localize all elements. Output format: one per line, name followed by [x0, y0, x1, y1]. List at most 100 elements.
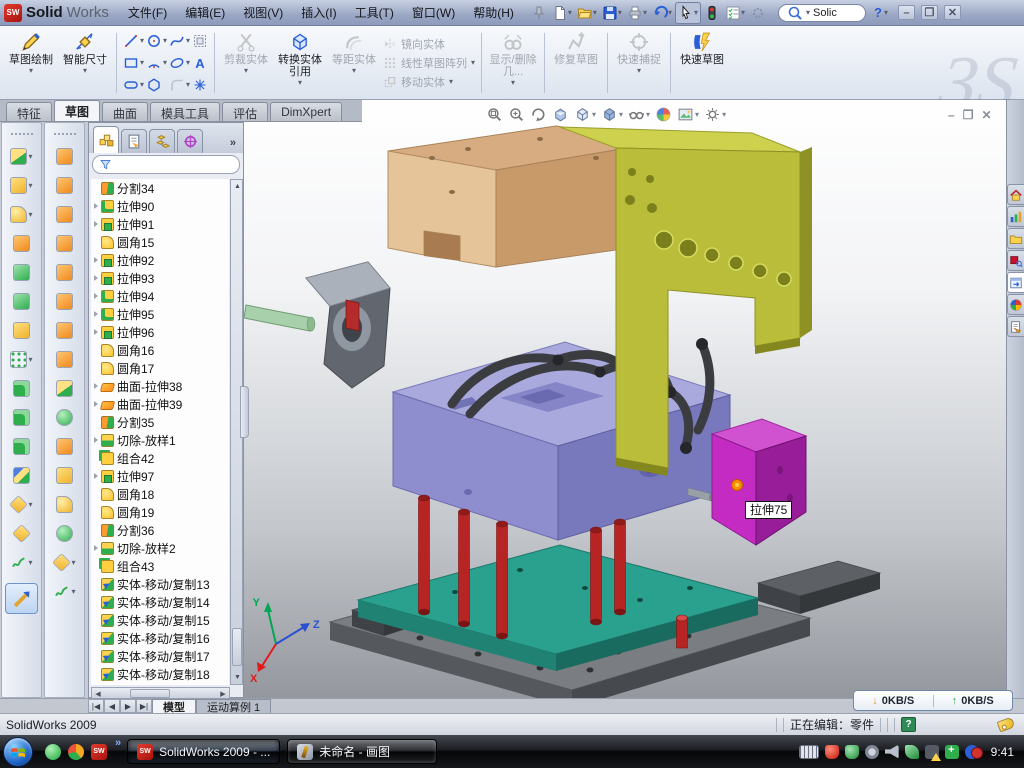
polygon-tool[interactable] [146, 75, 167, 96]
expand-arrow-icon[interactable] [94, 311, 98, 317]
expand-arrow-icon[interactable] [94, 545, 98, 551]
section-view-button[interactable] [552, 106, 569, 123]
doc-minimize-button[interactable]: – [948, 108, 955, 122]
dropdown-caret-icon[interactable]: ▾ [83, 67, 87, 75]
dropdown-caret-icon[interactable]: ▾ [28, 153, 32, 161]
close-button[interactable]: ✕ [944, 5, 961, 20]
taskpane-tab-design-library[interactable] [1007, 206, 1024, 227]
tree-item[interactable]: 切除-放样2 [91, 539, 229, 557]
vertical-scroll-thumb[interactable] [232, 628, 242, 666]
tree-item[interactable]: 圆角15 [91, 233, 229, 251]
view-orientation-button[interactable]: ▾ [574, 106, 596, 123]
tree-item[interactable]: 实体-移动/复制14 [91, 593, 229, 611]
dropdown-caret-icon[interactable]: ▾ [28, 182, 32, 190]
taskpane-tab-file-explorer[interactable] [1007, 228, 1024, 249]
tray-security-shield-icon[interactable] [845, 745, 859, 759]
dropdown-caret-icon[interactable]: ▾ [29, 67, 33, 75]
overflow-tools-button[interactable]: .. [748, 3, 768, 23]
tree-item[interactable]: 拉伸96 [91, 323, 229, 341]
graphics-viewport[interactable]: Y Z X ▾▾▾▾▾ –❐✕ 拉伸75 [244, 100, 1006, 698]
tab-模具工具[interactable]: 模具工具 [150, 102, 220, 121]
tree-item[interactable]: 拉伸94 [91, 287, 229, 305]
model-core-insert[interactable] [306, 262, 390, 388]
scroll-down-button[interactable]: ▼ [231, 671, 244, 684]
dropdown-caret-icon[interactable]: ▾ [568, 9, 572, 17]
boundary-surface-button[interactable] [56, 345, 73, 374]
linear-pattern-button[interactable]: ▾ [10, 345, 32, 374]
pattern-box-tool[interactable] [192, 31, 208, 52]
rebuild-traffic-light-button[interactable] [702, 3, 722, 23]
tab-评估[interactable]: 评估 [222, 102, 268, 121]
dropdown-caret-icon[interactable]: ▾ [298, 79, 302, 87]
tab-曲面[interactable]: 曲面 [102, 102, 148, 121]
tree-item[interactable]: 拉伸92 [91, 251, 229, 269]
help-button[interactable]: ? ▾ [874, 5, 888, 20]
swept-surface-button[interactable] [56, 287, 73, 316]
taskpane-tab-custom-properties[interactable] [1007, 316, 1024, 337]
doc-tab-模型[interactable]: 模型 [152, 699, 196, 713]
tree-item[interactable]: 拉伸90 [91, 197, 229, 215]
nav-prev-button[interactable]: ◀ [104, 699, 120, 713]
cm-button[interactable]: 显示/删除几...▾ [486, 29, 540, 97]
tree-item[interactable]: 切除-放样1 [91, 431, 229, 449]
cm-button[interactable]: 智能尺寸▾ [58, 29, 112, 97]
tree-item[interactable]: 曲面-拉伸39 [91, 395, 229, 413]
view-settings-button[interactable]: ▾ [704, 106, 726, 123]
restore-button[interactable]: ❐ [921, 5, 938, 20]
dropdown-caret-icon[interactable]: ▾ [637, 67, 641, 75]
horizontal-scroll-thumb[interactable] [130, 689, 170, 698]
save-button[interactable]: ▾ [600, 3, 624, 23]
minimize-button[interactable]: – [898, 5, 915, 20]
cm-stack-button[interactable]: 镜向实体 [383, 36, 475, 52]
dropdown-caret-icon[interactable]: ▾ [186, 59, 190, 67]
sketch-fillet-tool[interactable]: ▾ [169, 75, 190, 96]
spline-tool-button[interactable]: ▾ [53, 577, 75, 606]
dropdown-caret-icon[interactable]: ▾ [186, 81, 190, 89]
draft-analysis-button[interactable] [56, 432, 73, 461]
tray-sync-pair-icon[interactable] [965, 745, 979, 759]
panel-splitter-handle[interactable] [240, 386, 249, 438]
dropdown-caret-icon[interactable]: ▾ [163, 59, 167, 67]
hide-show-items-button[interactable]: ▾ [628, 106, 650, 123]
tree-item[interactable]: 实体-移动/复制16 [91, 629, 229, 647]
tree-item[interactable]: 拉伸95 [91, 305, 229, 323]
model-cavity-block[interactable] [393, 342, 730, 540]
scroll-up-button[interactable]: ▲ [231, 180, 244, 193]
tab-草图[interactable]: 草图 [54, 100, 100, 121]
tab-特征[interactable]: 特征 [6, 102, 52, 121]
tag-icon[interactable] [997, 717, 1016, 733]
dropdown-caret-icon[interactable]: ▾ [140, 81, 144, 89]
dropdown-caret-icon[interactable]: ▾ [352, 67, 356, 75]
dropdown-caret-icon[interactable]: ▾ [28, 356, 32, 364]
cm-button[interactable]: 转换实体引用▾ [273, 29, 327, 97]
property-manager-tab[interactable] [121, 129, 147, 153]
menu-item[interactable]: 帮助(H) [464, 0, 523, 25]
nav-last-button[interactable]: ▶| [136, 699, 152, 713]
menu-item[interactable]: 文件(F) [119, 0, 176, 25]
tray-update-gear-icon[interactable] [865, 745, 879, 759]
dropdown-caret-icon[interactable]: ▾ [511, 79, 515, 87]
dropdown-caret-icon[interactable]: ▾ [28, 559, 32, 567]
dropdown-caret-icon[interactable]: ▾ [163, 37, 167, 45]
circle-tool[interactable]: ▾ [146, 31, 167, 52]
tab-DimXpert[interactable]: DimXpert [270, 102, 342, 121]
draft-button[interactable] [13, 403, 30, 432]
quick-launch-solidworks[interactable]: SW [91, 744, 107, 760]
expand-arrow-icon[interactable] [94, 473, 98, 479]
tree-filter-box[interactable] [92, 155, 240, 174]
dropdown-caret-icon[interactable]: ▾ [71, 559, 75, 567]
swept-cut-button[interactable] [13, 287, 30, 316]
options-checklist-button[interactable]: ▾ [723, 3, 747, 23]
manager-tabs-overflow[interactable]: » [230, 137, 241, 153]
search-input[interactable] [813, 7, 857, 19]
menu-item[interactable]: 工具(T) [346, 0, 403, 25]
tree-item[interactable]: 圆角19 [91, 503, 229, 521]
expand-arrow-icon[interactable] [94, 401, 98, 407]
cm-button[interactable]: 快速草图 [675, 29, 729, 97]
cm-stack-button[interactable]: 线性草图阵列▾ [383, 55, 475, 71]
tray-network-warning-icon[interactable] [925, 745, 939, 759]
expand-arrow-icon[interactable] [94, 203, 98, 209]
tree-item[interactable]: 组合43 [91, 557, 229, 575]
cm-button[interactable]: 剪裁实体▾ [219, 29, 273, 97]
dropdown-caret-icon[interactable]: ▾ [694, 9, 698, 17]
